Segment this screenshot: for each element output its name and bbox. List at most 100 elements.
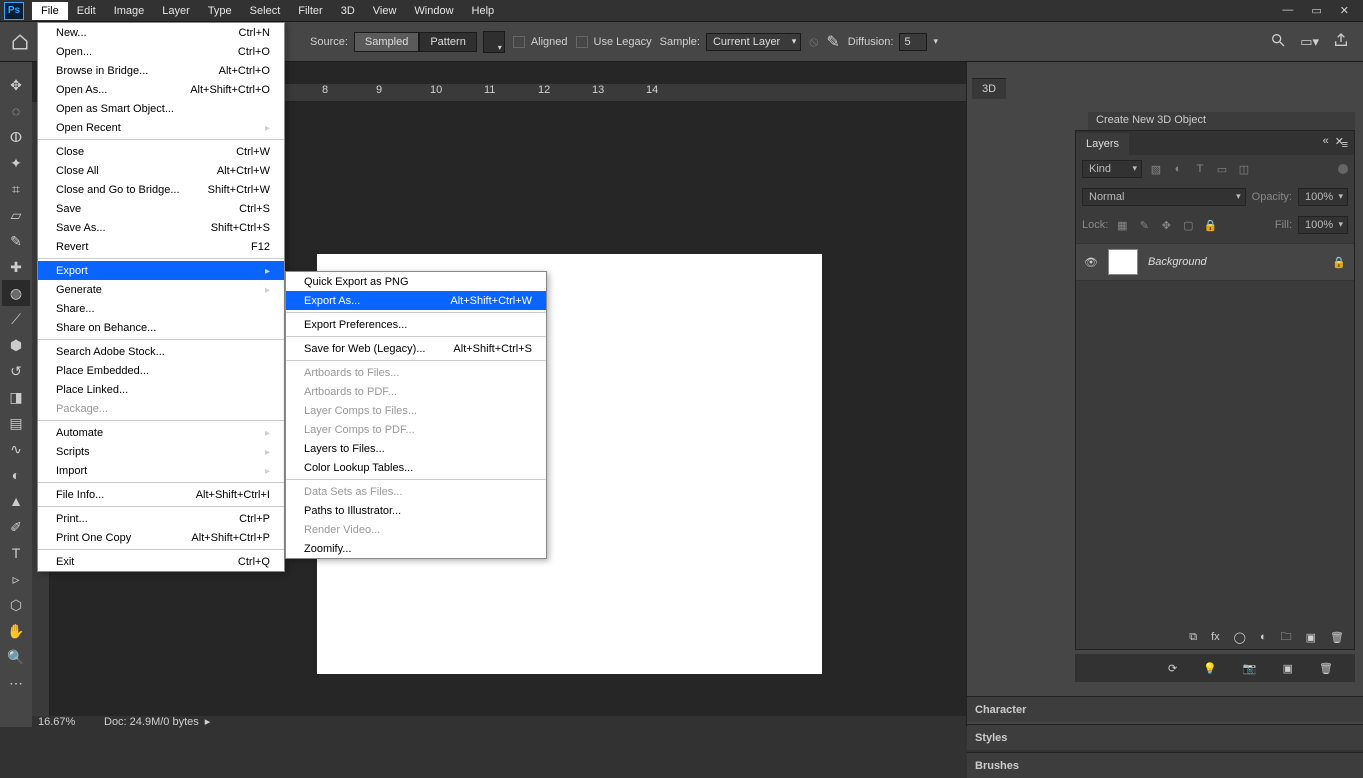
sample-select[interactable]: Current Layer [706, 33, 801, 51]
layer-row[interactable]: 👁 Background 🔒 [1076, 243, 1354, 281]
file-menu-search-adobe-stock[interactable]: Search Adobe Stock... [38, 342, 284, 361]
file-menu-automate[interactable]: Automate [38, 423, 284, 442]
delete-icon[interactable]: 🗑 [1330, 631, 1344, 644]
export-menu-paths-to-illustrator[interactable]: Paths to Illustrator... [286, 501, 546, 520]
panel-collapse-icon[interactable]: « [1323, 135, 1329, 148]
minimize-icon[interactable]: — [1282, 4, 1293, 17]
menu-window[interactable]: Window [405, 2, 462, 20]
menu-image[interactable]: Image [105, 2, 154, 20]
menu-layer[interactable]: Layer [153, 2, 199, 20]
filter-adjust-icon[interactable]: ◐ [1170, 161, 1186, 177]
new-3d-icon[interactable]: ▣ [1283, 662, 1293, 675]
opacity-input[interactable]: 100% [1298, 188, 1348, 206]
pressure-icon[interactable]: ✎ [826, 32, 839, 52]
lasso-tool-icon[interactable]: ⵀ [2, 124, 30, 150]
layer-thumbnail[interactable] [1108, 249, 1138, 275]
file-menu-import[interactable]: Import [38, 461, 284, 480]
crop-tool-icon[interactable]: ⌗ [2, 176, 30, 202]
layer-name[interactable]: Background [1148, 256, 1207, 268]
filter-pixel-icon[interactable]: ▧ [1148, 161, 1164, 177]
direct-select-tool-icon[interactable]: ▹ [2, 566, 30, 592]
pen-tool-icon[interactable]: ▲ [2, 488, 30, 514]
light-icon[interactable]: 💡 [1203, 662, 1217, 675]
menu-help[interactable]: Help [463, 2, 504, 20]
frame-tool-icon[interactable]: ▱ [2, 202, 30, 228]
sampled-button[interactable]: Sampled [354, 32, 419, 52]
filter-toggle-icon[interactable] [1338, 164, 1348, 174]
export-menu-zoomify[interactable]: Zoomify... [286, 539, 546, 558]
menu-filter[interactable]: Filter [289, 2, 331, 20]
move-tool-icon[interactable]: ✥ [2, 72, 30, 98]
aligned-checkbox[interactable] [513, 36, 525, 48]
zoom-level[interactable]: 16.67% [32, 716, 92, 728]
export-menu-export-as[interactable]: Export As...Alt+Shift+Ctrl+W [286, 291, 546, 310]
pattern-button[interactable]: Pattern [419, 32, 476, 52]
filter-type-icon[interactable]: T [1192, 161, 1208, 177]
file-menu-close-all[interactable]: Close AllAlt+Ctrl+W [38, 161, 284, 180]
layers-tab[interactable]: Layers [1076, 133, 1129, 155]
export-menu-quick-export-as-png[interactable]: Quick Export as PNG [286, 272, 546, 291]
document-info[interactable]: Doc: 24.9M/0 bytes [92, 716, 199, 728]
layer-kind-select[interactable]: Kind [1082, 160, 1142, 178]
file-menu-open-recent[interactable]: Open Recent [38, 118, 284, 137]
menu-file[interactable]: File [32, 2, 68, 20]
dodge-tool-icon[interactable]: ◐ [2, 462, 30, 488]
file-menu-save[interactable]: SaveCtrl+S [38, 199, 284, 218]
file-menu-file-info[interactable]: File Info...Alt+Shift+Ctrl+I [38, 485, 284, 504]
filter-smart-icon[interactable]: ◫ [1236, 161, 1252, 177]
magic-wand-tool-icon[interactable]: ✦ [2, 150, 30, 176]
character-panel-collapsed[interactable]: Character [967, 696, 1363, 722]
create-3d-header[interactable]: Create New 3D Object [1088, 112, 1355, 130]
file-menu-share-on-behance[interactable]: Share on Behance... [38, 318, 284, 337]
brushes-panel-collapsed[interactable]: Brushes [967, 752, 1363, 778]
maximize-icon[interactable]: ▭ [1311, 4, 1321, 17]
file-menu-revert[interactable]: RevertF12 [38, 237, 284, 256]
shape-tool-icon[interactable]: ⬡ [2, 592, 30, 618]
close-icon[interactable]: ✕ [1340, 4, 1349, 17]
workspace-icon[interactable]: ▭▾ [1300, 34, 1319, 50]
menu-select[interactable]: Select [241, 2, 290, 20]
file-menu-exit[interactable]: ExitCtrl+Q [38, 552, 284, 571]
lock-brush-icon[interactable]: ✎ [1136, 217, 1152, 233]
zoom-tool-icon[interactable]: 🔍 [2, 644, 30, 670]
file-menu-scripts[interactable]: Scripts [38, 442, 284, 461]
blend-mode-select[interactable]: Normal [1082, 188, 1246, 206]
file-menu-open[interactable]: Open...Ctrl+O [38, 42, 284, 61]
blur-tool-icon[interactable]: ∿ [2, 436, 30, 462]
menu-type[interactable]: Type [199, 2, 241, 20]
history-brush-tool-icon[interactable]: ↺ [2, 358, 30, 384]
text-tool-icon[interactable]: T [2, 540, 30, 566]
lock-pixels-icon[interactable]: ▦ [1114, 217, 1130, 233]
clone-stamp-tool-icon[interactable]: ⬢ [2, 332, 30, 358]
share-icon[interactable] [1333, 32, 1349, 51]
file-menu-save-as[interactable]: Save As...Shift+Ctrl+S [38, 218, 284, 237]
file-menu-print-one-copy[interactable]: Print One CopyAlt+Shift+Ctrl+P [38, 528, 284, 547]
file-menu-share[interactable]: Share... [38, 299, 284, 318]
lock-position-icon[interactable]: ✥ [1158, 217, 1174, 233]
render-icon[interactable]: ⟳ [1168, 662, 1177, 675]
file-menu-export[interactable]: Export [38, 261, 284, 280]
export-menu-color-lookup-tables[interactable]: Color Lookup Tables... [286, 458, 546, 477]
filter-shape-icon[interactable]: ▭ [1214, 161, 1230, 177]
lock-icon[interactable]: 🔒 [1332, 256, 1346, 269]
file-menu-print[interactable]: Print...Ctrl+P [38, 509, 284, 528]
lock-artboard-icon[interactable]: ▢ [1180, 217, 1196, 233]
group-icon[interactable]: 🗀 [1281, 628, 1292, 647]
spot-heal-tool-icon[interactable]: ✚ [2, 254, 30, 280]
diffusion-input[interactable]: 5 [899, 33, 927, 51]
marquee-tool-icon[interactable]: ◌ [2, 98, 30, 124]
eyedropper-tool-icon[interactable]: ✎ [2, 228, 30, 254]
file-menu-place-embedded[interactable]: Place Embedded... [38, 361, 284, 380]
visibility-icon[interactable]: 👁 [1084, 256, 1098, 269]
eraser-tool-icon[interactable]: ◨ [2, 384, 30, 410]
hand-tool-icon[interactable]: ✋ [2, 618, 30, 644]
search-icon[interactable] [1270, 32, 1286, 51]
export-menu-save-for-web-legacy[interactable]: Save for Web (Legacy)...Alt+Shift+Ctrl+S [286, 339, 546, 358]
lock-all-icon[interactable]: 🔒 [1202, 217, 1218, 233]
ignore-adjust-icon[interactable]: ⦸ [809, 33, 818, 50]
fx-icon[interactable]: fx [1211, 631, 1220, 643]
file-menu-close[interactable]: CloseCtrl+W [38, 142, 284, 161]
export-menu-layers-to-files[interactable]: Layers to Files... [286, 439, 546, 458]
file-menu-open-as-smart-object[interactable]: Open as Smart Object... [38, 99, 284, 118]
adjustment-icon[interactable]: ◐ [1260, 631, 1267, 643]
